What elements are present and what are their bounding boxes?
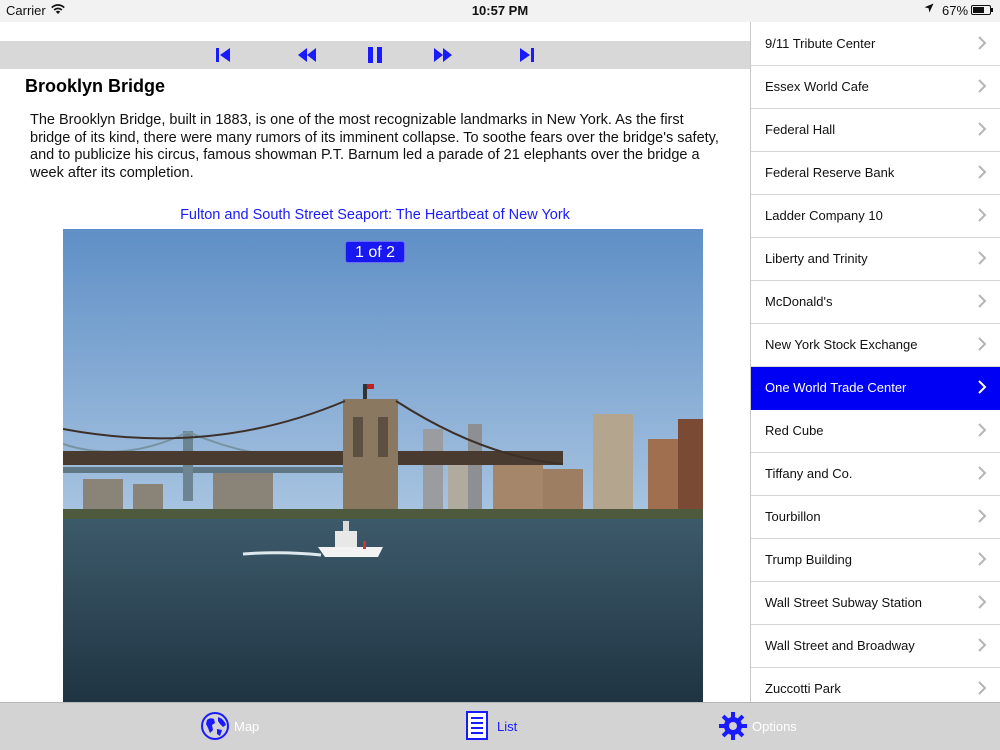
landmark-list: 9/11 Tribute Center Essex World Cafe Feder… <box>750 22 1000 702</box>
list-item[interactable]: Wall Street Subway Station <box>751 582 1000 625</box>
chevron-right-icon <box>977 121 987 137</box>
list-item[interactable]: Ladder Company 10 <box>751 195 1000 238</box>
detail-pane: Brooklyn Bridge The Brooklyn Bridge, bui… <box>0 22 750 702</box>
fast-forward-icon[interactable] <box>432 45 454 65</box>
chevron-right-icon <box>977 164 987 180</box>
tab-list-label: List <box>497 719 518 734</box>
location-arrow-icon <box>924 3 934 16</box>
gear-icon <box>718 711 748 741</box>
bridge-photo-illustration <box>63 229 703 702</box>
pause-icon[interactable] <box>364 45 386 65</box>
chevron-right-icon <box>977 293 987 309</box>
tab-map-label: Map <box>234 719 260 734</box>
list-item[interactable]: One World Trade Center <box>751 367 1000 410</box>
chevron-right-icon <box>977 78 987 94</box>
list-item[interactable]: Trump Building <box>751 539 1000 582</box>
list-item[interactable]: Zuccotti Park <box>751 668 1000 702</box>
list-item[interactable]: Wall Street and Broadway <box>751 625 1000 668</box>
list-item-label: Tiffany and Co. <box>765 466 853 481</box>
chevron-right-icon <box>977 680 987 696</box>
chevron-right-icon <box>977 207 987 223</box>
list-item-label: Zuccotti Park <box>765 681 841 696</box>
landmark-title: Brooklyn Bridge <box>25 76 166 96</box>
list-item-label: New York Stock Exchange <box>765 337 918 352</box>
list-item[interactable]: Tourbillon <box>751 496 1000 539</box>
list-item[interactable]: Federal Reserve Bank <box>751 152 1000 195</box>
list-item-label: Ladder Company 10 <box>765 208 883 223</box>
photo-counter: 1 of 2 <box>345 241 405 263</box>
skip-back-icon[interactable] <box>212 45 234 65</box>
tab-options-label: Options <box>752 719 797 734</box>
landmark-description: The Brooklyn Bridge, built in 1883, is o… <box>30 112 719 181</box>
list-item-label: Federal Hall <box>765 122 836 137</box>
list-item[interactable]: New York Stock Exchange <box>751 324 1000 367</box>
chevron-right-icon <box>977 508 987 524</box>
globe-icon <box>200 711 230 741</box>
chevron-right-icon <box>977 379 987 395</box>
list-item[interactable]: Federal Hall <box>751 109 1000 152</box>
clock-time: 10:57 PM <box>471 3 529 18</box>
battery-percent: 67% <box>942 3 969 18</box>
list-item-label: 9/11 Tribute Center <box>765 36 876 51</box>
document-list-icon <box>463 711 493 741</box>
list-item-label: One World Trade Center <box>765 380 907 395</box>
chevron-right-icon <box>977 35 987 51</box>
chevron-right-icon <box>977 594 987 610</box>
list-item-label: Essex World Cafe <box>765 79 869 94</box>
battery-icon <box>971 5 993 15</box>
list-item-label: Tourbillon <box>765 509 821 524</box>
photo-caption[interactable]: Fulton and South Street Seaport: The Hea… <box>63 207 687 223</box>
list-item[interactable]: Tiffany and Co. <box>751 453 1000 496</box>
rewind-icon[interactable] <box>296 45 318 65</box>
list-item[interactable]: Essex World Cafe <box>751 66 1000 109</box>
list-item-label: McDonald's <box>765 294 833 309</box>
list-item-label: Red Cube <box>765 423 824 438</box>
skip-forward-icon[interactable] <box>516 45 538 65</box>
status-bar: Carrier 10:57 PM 67% <box>0 0 1000 22</box>
chevron-right-icon <box>977 465 987 481</box>
list-item-label: Federal Reserve Bank <box>765 165 895 180</box>
battery-fill <box>973 7 984 13</box>
chevron-right-icon <box>977 336 987 352</box>
list-item-label: Wall Street Subway Station <box>765 595 923 610</box>
list-item[interactable]: 9/11 Tribute Center <box>751 23 1000 66</box>
list-item[interactable]: Liberty and Trinity <box>751 238 1000 281</box>
list-item-label: Trump Building <box>765 552 852 567</box>
list-item-label: Wall Street and Broadway <box>765 638 915 653</box>
chevron-right-icon <box>977 551 987 567</box>
list-item[interactable]: McDonald's <box>751 281 1000 324</box>
tab-bar: Map List Options <box>0 702 1000 750</box>
media-controls-bar <box>0 41 750 69</box>
chevron-right-icon <box>977 422 987 438</box>
landmark-photo[interactable]: 1 of 2 <box>63 229 703 702</box>
chevron-right-icon <box>977 250 987 266</box>
list-item[interactable]: Red Cube <box>751 410 1000 453</box>
chevron-right-icon <box>977 637 987 653</box>
list-item-label: Liberty and Trinity <box>765 251 868 266</box>
